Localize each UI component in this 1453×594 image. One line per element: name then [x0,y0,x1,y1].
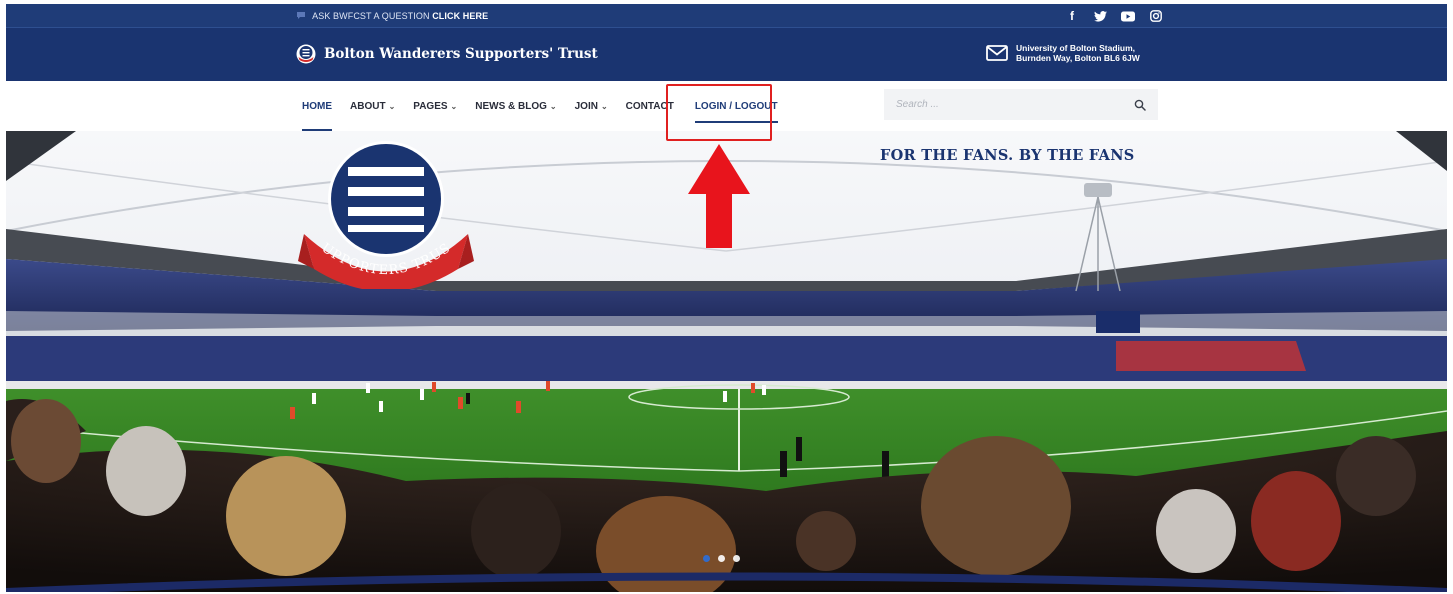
crest-icon [296,44,316,64]
main-navigation: HOME ABOUT ⌄ PAGES ⌄ NEWS & BLOG ⌄ JOIN ⌄ CO… [6,81,1447,131]
search-box [884,89,1158,120]
slider-dot-3[interactable] [733,555,740,562]
nav-item-login-logout[interactable]: LOGIN / LOGOUT [683,81,790,131]
nav-item-about[interactable]: ABOUT ⌄ [341,81,404,131]
chevron-down-icon: ⌄ [450,101,458,111]
chat-icon [297,12,305,19]
instagram-icon[interactable] [1148,8,1164,24]
nav-menu: HOME ABOUT ⌄ PAGES ⌄ NEWS & BLOG ⌄ JOIN ⌄ CO… [293,81,790,131]
hero-banner: SUPPORTERS TRUST FOR THE FANS. BY THE FA… [6,131,1447,592]
slider-dot-2[interactable] [718,555,725,562]
site-brand-link[interactable]: Bolton Wanderers Supporters' Trust [296,44,598,64]
address-line-2: Burnden Way, Bolton BL6 6JW [1016,53,1140,63]
nav-item-join[interactable]: JOIN ⌄ [566,81,617,131]
click-here-link[interactable]: CLICK HERE [432,11,488,21]
nav-item-label: LOGIN / LOGOUT [694,100,778,112]
address-line-1: University of Bolton Stadium, [1016,43,1136,53]
nav-item-home[interactable]: HOME [293,81,341,131]
stadium-address: University of Bolton Stadium, Burnden Wa… [986,43,1140,63]
arrow-up-icon [688,144,750,248]
club-logo: SUPPORTERS TRUST [298,139,474,289]
nav-item-pages[interactable]: PAGES ⌄ [404,81,466,131]
mail-icon [986,45,1008,61]
ask-question-text: ASK BWFCST A QUESTION [312,11,430,21]
ask-question-link[interactable]: ASK BWFCST A QUESTION CLICK HERE [296,10,488,21]
search-icon[interactable] [1134,99,1146,111]
nav-item-label: PAGES [413,100,448,112]
chevron-down-icon: ⌄ [388,101,396,111]
chevron-down-icon: ⌄ [600,101,608,111]
nav-item-news-blog[interactable]: NEWS & BLOG ⌄ [466,81,565,131]
slider-dot-1[interactable] [703,555,710,562]
nav-item-contact[interactable]: CONTACT [617,81,683,131]
nav-item-label: CONTACT [625,100,674,112]
social-links: f [1064,8,1164,24]
top-bar: ASK BWFCST A QUESTION CLICK HERE f [6,4,1447,28]
slider-dots [703,555,740,562]
twitter-icon[interactable] [1092,8,1108,24]
nav-item-label: HOME [302,100,332,112]
hero-tagline: FOR THE FANS. BY THE FANS [880,147,1135,164]
youtube-icon[interactable] [1120,8,1136,24]
facebook-icon[interactable]: f [1064,8,1080,24]
brand-header: Bolton Wanderers Supporters' Trust Unive… [6,28,1447,81]
nav-item-label: ABOUT [350,100,386,112]
chevron-down-icon: ⌄ [549,101,557,111]
nav-item-label: NEWS & BLOG [475,100,547,112]
search-input[interactable] [896,99,1134,110]
page: ASK BWFCST A QUESTION CLICK HERE f Bolto… [6,4,1447,592]
nav-item-label: JOIN [574,100,598,112]
site-name: Bolton Wanderers Supporters' Trust [324,46,598,62]
